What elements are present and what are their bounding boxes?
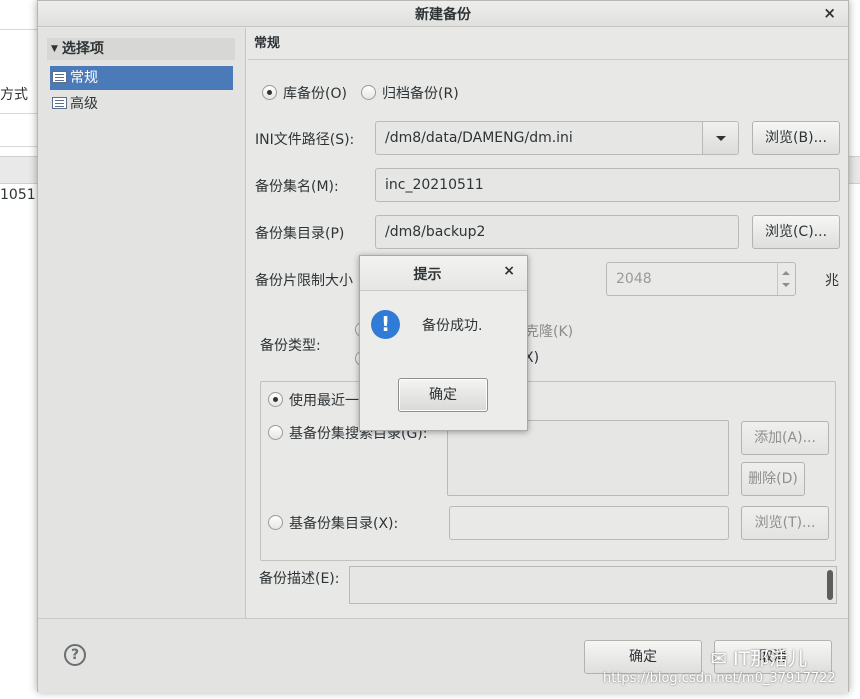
archive-backup-label[interactable]: 归档备份(R) xyxy=(382,83,459,103)
info-icon: ! xyxy=(371,310,400,339)
ini-path-value: /dm8/data/DAMENG/dm.ini xyxy=(385,130,573,146)
list-page-icon xyxy=(52,97,67,109)
base-dir-radio[interactable] xyxy=(268,515,283,530)
description-label: 备份描述(E): xyxy=(259,571,340,587)
description-textarea[interactable] xyxy=(349,566,837,604)
wechat-icon: ✉ xyxy=(711,648,727,670)
message-box-close-icon[interactable]: × xyxy=(503,263,515,279)
list-page-icon xyxy=(52,71,67,83)
options-sidebar: ▼ 选择项 常规 高级 xyxy=(38,28,246,618)
use-recent-radio[interactable] xyxy=(268,392,283,407)
library-backup-label[interactable]: 库备份(O) xyxy=(283,83,347,103)
bg-table-header-right xyxy=(848,156,860,184)
add-dir-button[interactable]: 添加(A)... xyxy=(741,421,829,455)
watermark-url: https://blog.csdn.net/m0_37917722 xyxy=(603,671,836,686)
collapse-triangle-icon: ▼ xyxy=(51,44,58,54)
spin-down-icon[interactable] xyxy=(782,283,790,287)
backup-set-dir-input[interactable]: /dm8/backup2 xyxy=(375,215,739,249)
bg-label: 方式 xyxy=(0,87,28,103)
base-dir-input[interactable] xyxy=(449,506,729,540)
bg-divider xyxy=(0,146,40,147)
browse-dir-button[interactable]: 浏览(C)... xyxy=(752,215,840,249)
message-box-title: 提示 xyxy=(413,267,442,283)
sidebar-item-advanced[interactable]: 高级 xyxy=(50,92,233,116)
sidebar-header[interactable]: ▼ 选择项 xyxy=(47,38,235,60)
backup-type-label: 备份类型: xyxy=(260,338,321,354)
section-title: 常规 xyxy=(248,28,848,60)
description-scrollbar[interactable] xyxy=(827,570,833,600)
spin-buttons[interactable] xyxy=(777,263,795,295)
ini-path-label: INI文件路径(S): xyxy=(255,132,355,148)
dialog-title: 新建备份 xyxy=(415,7,471,23)
dialog-titlebar: 新建备份 × xyxy=(38,1,848,27)
piece-limit-label: 备份片限制大小 xyxy=(255,273,353,289)
watermark-brand-text: IT那活儿 xyxy=(732,648,808,670)
browse-ini-button[interactable]: 浏览(B)... xyxy=(752,121,840,155)
piece-limit-unit: 兆 xyxy=(825,273,839,289)
ini-path-combo[interactable]: /dm8/data/DAMENG/dm.ini xyxy=(375,121,739,155)
ok-button[interactable]: 确定 xyxy=(584,640,702,674)
backup-set-name-label: 备份集名(M): xyxy=(255,179,339,195)
archive-backup-radio[interactable] xyxy=(361,85,376,100)
piece-limit-value: 2048 xyxy=(616,271,652,287)
delete-dir-button[interactable]: 删除(D) xyxy=(741,462,805,496)
sidebar-item-general[interactable]: 常规 xyxy=(50,66,233,90)
message-text: 备份成功. xyxy=(422,318,483,334)
bg-table-header xyxy=(0,156,40,184)
sidebar-item-label: 高级 xyxy=(70,96,98,112)
help-icon[interactable]: ? xyxy=(64,644,86,666)
browse-base-dir-button[interactable]: 浏览(T)... xyxy=(741,506,829,540)
search-dir-list[interactable] xyxy=(447,420,729,496)
search-dir-radio[interactable] xyxy=(268,425,283,440)
bg-divider xyxy=(0,29,40,30)
backup-set-name-input[interactable]: inc_20210511 xyxy=(375,168,840,202)
message-ok-button[interactable]: 确定 xyxy=(398,378,488,412)
sidebar-item-label: 常规 xyxy=(70,70,98,86)
bg-table-cell: 10511 xyxy=(0,187,40,203)
use-recent-label[interactable]: 使用最近一 xyxy=(289,390,359,410)
message-box-titlebar: 提示 × xyxy=(360,256,527,291)
info-message-box: 提示 × ! 备份成功. 确定 xyxy=(359,255,528,431)
spin-up-icon[interactable] xyxy=(782,271,790,275)
backup-set-dir-label: 备份集目录(P) xyxy=(255,226,345,242)
watermark-brand: ✉ IT那活儿 xyxy=(711,644,807,671)
piece-limit-spinner[interactable]: 2048 xyxy=(606,262,796,296)
chevron-down-icon[interactable] xyxy=(702,122,738,154)
sidebar-header-label: 选择项 xyxy=(61,41,104,57)
base-dir-label[interactable]: 基备份集目录(X): xyxy=(289,513,398,533)
dialog-close-icon[interactable]: × xyxy=(823,4,836,22)
library-backup-radio[interactable] xyxy=(262,85,277,100)
bg-divider xyxy=(0,113,40,114)
